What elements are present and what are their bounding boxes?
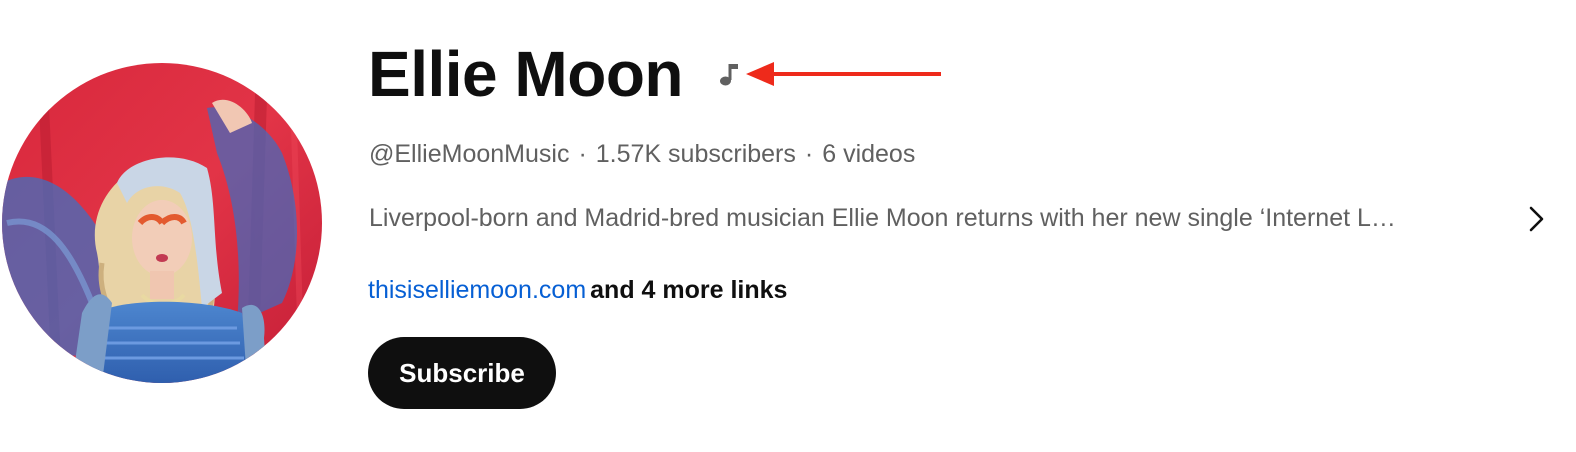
red-arrow-icon: [746, 62, 941, 86]
more-links-button[interactable]: and 4 more links: [586, 276, 787, 304]
channel-description[interactable]: Liverpool-born and Madrid-bred musician …: [369, 203, 1499, 233]
channel-meta: @EllieMoonMusic · 1.57K subscribers · 6 vide…: [369, 139, 915, 169]
subscriber-count: 1.57K subscribers: [595, 140, 796, 168]
meta-separator: ·: [578, 140, 587, 168]
meta-separator: ·: [804, 140, 814, 168]
channel-handle: @EllieMoonMusic: [369, 140, 570, 168]
avatar-image: [2, 63, 322, 383]
channel-website-link[interactable]: thisiselliemoon.com: [368, 276, 586, 304]
channel-avatar[interactable]: [2, 63, 322, 383]
music-note-icon: [720, 64, 738, 86]
chevron-right-icon[interactable]: [1524, 203, 1548, 235]
channel-links: thisiselliemoon.com and 4 more links: [368, 275, 787, 305]
channel-name: Ellie Moon: [368, 38, 684, 110]
subscribe-button[interactable]: Subscribe: [368, 337, 556, 409]
video-count: 6 videos: [822, 140, 916, 168]
